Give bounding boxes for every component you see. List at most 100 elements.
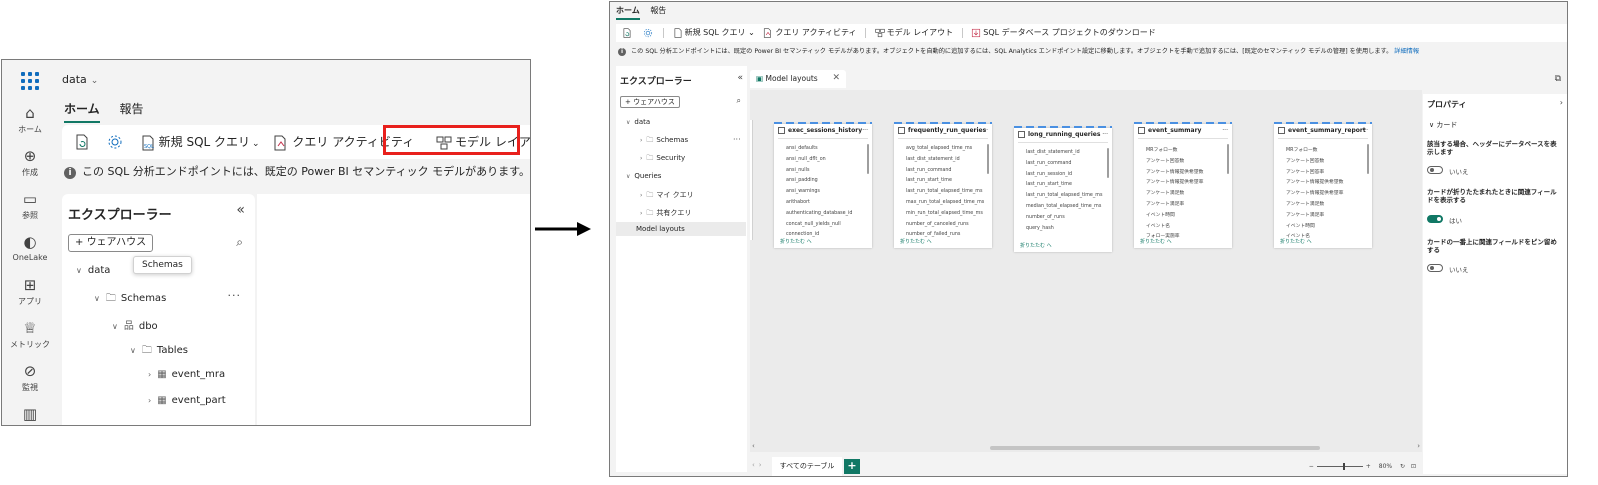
card-field[interactable]: concat_null_yields_null [786,222,841,227]
tree-item-shared-queries[interactable]: › 🗀 共有クエリ [640,208,691,220]
zoom-out-button[interactable]: − [1309,463,1314,470]
download-project-button[interactable]: SQL データベース プロジェクトのダウンロード [971,27,1156,38]
tree-item-model-layouts[interactable]: Model layouts [616,222,746,236]
card-header[interactable]: frequently_run_queries ··· [898,127,988,139]
collapse-link[interactable]: 折りたたむ へ [1280,238,1312,245]
more-options-icon[interactable]: ··· [982,127,988,134]
search-icon[interactable]: ⌕ [236,235,243,250]
card-field[interactable]: last_run_start_time [1026,182,1072,187]
card-field[interactable]: connection_id [786,232,819,237]
reset-icon[interactable]: ↻ [1400,463,1405,470]
card-field[interactable]: アンケート満足数 [1146,189,1184,196]
rail-browse[interactable]: ▭ 参照 [2,190,58,221]
rail-home[interactable]: ⌂ ホーム [2,104,58,135]
query-activity-button[interactable]: クエリ アクティビティ [763,27,857,38]
settings-button[interactable] [107,134,126,150]
card-field[interactable]: authenticating_database_id [786,211,852,216]
table-card[interactable]: event_summary_report ··· MRフォロー数 アンケート回答数 アン… [1274,122,1372,248]
scroll-thumb[interactable] [990,446,1320,450]
card-field[interactable]: アンケート情報提供希望率 [1286,189,1343,196]
card-field[interactable]: アンケート回答数 [1286,157,1324,164]
fit-icon[interactable]: ⊡ [1411,463,1416,470]
collapse-icon[interactable]: « [737,73,743,83]
refresh-button[interactable] [622,27,634,38]
card-field[interactable]: アンケート情報提供希望率 [1146,178,1203,185]
rail-metrics[interactable]: ♕ メトリック [2,319,58,350]
add-layout-button[interactable]: + [844,459,860,474]
card-header[interactable]: exec_sessions_history ··· [778,127,868,139]
collapse-link[interactable]: 折りたたむ へ [1140,238,1172,245]
section-card[interactable]: ∨ カード [1429,120,1457,130]
rail-monitor[interactable]: ⊘ 監視 [2,362,58,393]
zoom-slider[interactable] [1316,463,1363,470]
card-header[interactable]: event_summary ··· [1138,127,1228,139]
card-field[interactable]: last_dist_statement_id [1026,150,1080,155]
more-options-icon[interactable]: ··· [733,135,741,144]
toggle-show-related-fields[interactable] [1427,215,1443,223]
chevron-right-icon[interactable]: › [1560,98,1563,107]
table-card[interactable]: event_summary ··· MRフォロー数 アンケート回答数アンケート情報提供… [1134,122,1232,248]
card-field[interactable]: ansi_warnings [786,189,820,194]
workspace-selector[interactable]: data ⌄ [62,73,98,86]
app-launcher-icon[interactable] [21,72,39,90]
table-card[interactable]: long_running_queries ··· last_dist_stateme… [1014,126,1112,252]
tree-item-table[interactable]: › ▦ event_part [148,395,226,406]
tab-home[interactable]: ホーム [64,100,100,123]
scroll-right-icon[interactable]: › [1417,442,1420,450]
collapse-link[interactable]: 折りたたむ へ [1020,242,1052,249]
model-canvas[interactable]: exec_sessions_history ··· ansi_defaults ans… [750,90,1422,452]
card-field[interactable]: ansi_nulls [786,168,809,173]
card-field[interactable]: min_run_total_elapsed_time_ms [906,211,983,216]
tab-report[interactable]: 報告 [119,100,143,121]
card-field[interactable]: number_of_runs [1026,215,1065,220]
collapse-icon[interactable]: « [236,202,245,218]
table-card[interactable]: frequently_run_queries ··· avg_total_elaps… [894,122,992,248]
card-field[interactable]: last_run_total_elapsed_time_ms [906,189,982,194]
card-field[interactable]: MRフォロー数 [1286,146,1317,153]
card-scrollbar[interactable] [1367,144,1369,174]
card-field[interactable]: イベント時間 [1286,222,1315,229]
card-field[interactable]: イベント時間 [1146,211,1175,218]
tree-item-schemas[interactable]: ∨ 🗀 Schemas [94,291,166,308]
card-field[interactable]: last_run_total_elapsed_time_ms [1026,193,1102,198]
card-field[interactable]: アンケート満足率 [1146,200,1184,207]
card-field[interactable]: アンケート回答率 [1286,168,1324,175]
rail-onelake[interactable]: ◐ OneLake [2,233,58,262]
card-field[interactable]: number_of_canceled_runs [906,222,969,227]
card-field[interactable]: イベント名 [1146,222,1170,229]
refresh-button[interactable] [74,134,93,150]
card-field[interactable]: last_run_start_time [906,178,952,183]
tree-item-queries[interactable]: ∨ Queries [626,172,661,180]
card-field[interactable]: arithabort [786,200,810,205]
rail-apps[interactable]: ⊞ アプリ [2,276,58,307]
close-icon[interactable]: ✕ [832,73,840,83]
card-header[interactable]: long_running_queries ··· [1018,131,1108,143]
card-field[interactable]: MRフォロー数 [1146,146,1177,153]
tab-all-tables[interactable]: すべてのテーブル [772,457,842,476]
collapse-link[interactable]: 折りたたむ へ [780,238,812,245]
collapse-link[interactable]: 折りたたむ へ [900,238,932,245]
toggle-show-database[interactable] [1427,166,1443,174]
card-field[interactable]: アンケート回答数 [1146,157,1184,164]
card-field[interactable]: アンケート情報提供希望数 [1286,178,1343,185]
card-scrollbar[interactable] [867,144,869,174]
card-field[interactable]: ansi_null_dflt_on [786,157,826,162]
search-icon[interactable]: ⌕ [737,96,741,106]
tab-nav-arrows[interactable]: ‹› [752,461,766,469]
card-field[interactable]: アンケート満足率 [1286,211,1324,218]
card-field[interactable]: ansi_padding [786,178,818,183]
card-field[interactable]: median_total_elapsed_time_ms [1026,204,1101,209]
card-scrollbar[interactable] [1227,144,1229,174]
more-options-icon[interactable]: ··· [1362,127,1368,134]
toggle-pin-related-fields[interactable] [1427,264,1443,272]
more-options-icon[interactable]: ··· [1102,131,1108,138]
tab-home[interactable]: ホーム [616,5,640,20]
tree-item-schemas[interactable]: › 🗀 Schemas [640,136,688,147]
model-layouts-button[interactable]: モデル レイアウト [874,27,953,38]
scroll-left-icon[interactable]: ‹ [752,442,755,450]
settings-button[interactable] [643,28,655,38]
rail-create[interactable]: ⊕ 作成 [2,147,58,178]
tree-item-security[interactable]: › 🗀 Security [640,154,685,165]
tree-item-table[interactable]: › ▦ event_mra [148,369,225,380]
new-sql-query-button[interactable]: 新規 SQL クエリ ⌄ [673,27,755,38]
